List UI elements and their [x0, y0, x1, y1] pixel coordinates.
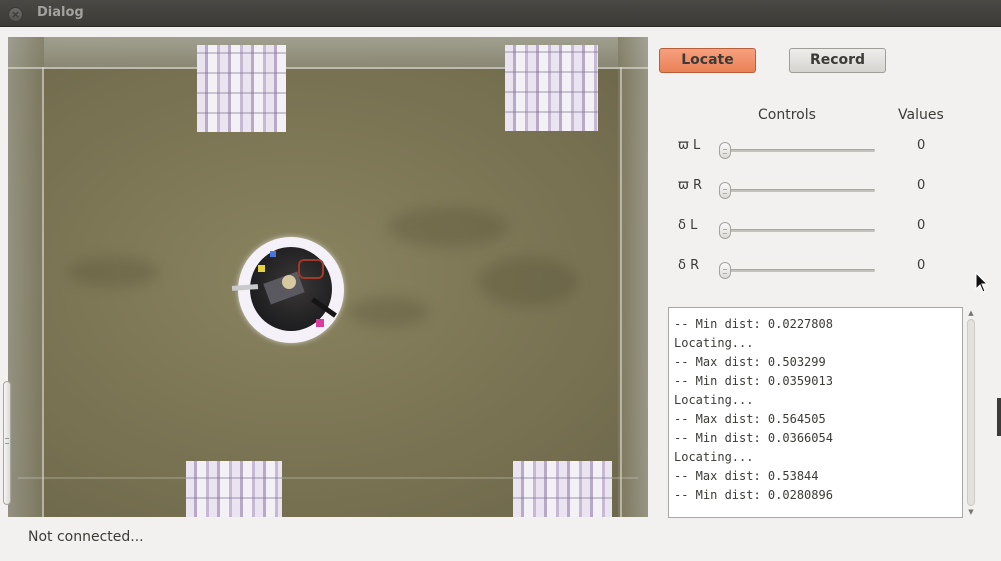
- log-line: -- Max dist: 0.53844: [674, 469, 819, 483]
- ceiling-light: [197, 45, 286, 132]
- floor-stain: [348, 297, 428, 327]
- robot: [231, 237, 344, 343]
- robot-marker: [316, 319, 324, 327]
- dialog-window: × Dialog Locate Record Controls Values ϖ…: [0, 0, 1001, 561]
- log-output[interactable]: -- Min dist: 0.0227808 Locating... -- Ma…: [668, 307, 963, 518]
- log-line: Locating...: [674, 393, 754, 407]
- scroll-trough[interactable]: [967, 319, 975, 506]
- control-value-delta-l: 0: [917, 218, 926, 233]
- log-line: Locating...: [674, 336, 754, 350]
- slider-delta-l[interactable]: [719, 222, 731, 239]
- camera-edge-line: [42, 67, 44, 517]
- control-label-omega-l: ϖ L: [678, 138, 701, 153]
- chevron-up-icon[interactable]: ▲: [967, 309, 975, 317]
- log-line: -- Min dist: 0.0227808: [674, 317, 833, 331]
- slider-delta-r[interactable]: [719, 262, 731, 279]
- slider-omega-r[interactable]: [719, 182, 731, 199]
- status-text: Not connected...: [28, 529, 144, 545]
- close-icon[interactable]: ×: [8, 7, 23, 22]
- control-value-omega-l: 0: [917, 138, 926, 153]
- log-line: -- Min dist: 0.0280896: [674, 488, 833, 502]
- log-line: -- Max dist: 0.503299: [674, 355, 826, 369]
- chevron-down-icon[interactable]: ▼: [967, 508, 975, 516]
- floor-stain: [68, 257, 158, 287]
- camera-wall-right: [618, 37, 648, 517]
- control-label-delta-r: δ R: [678, 258, 700, 273]
- control-label-delta-l: δ L: [678, 218, 698, 233]
- slider-omega-l[interactable]: [719, 142, 731, 159]
- log-scrollbar[interactable]: ▲ ▼: [964, 307, 978, 518]
- values-header: Values: [898, 107, 944, 123]
- ceiling-light: [186, 461, 282, 517]
- log-line: -- Min dist: 0.0366054: [674, 431, 833, 445]
- log-line: -- Min dist: 0.0359013: [674, 374, 833, 388]
- control-label-omega-r: ϖ R: [678, 178, 703, 193]
- slider-track: [724, 149, 875, 152]
- window-title: Dialog: [37, 5, 84, 20]
- scroll-grip: [5, 438, 9, 444]
- floor-stain: [478, 257, 578, 307]
- robot-wiring: [298, 259, 324, 279]
- mouse-pointer-icon: [975, 272, 989, 293]
- camera-edge-line: [620, 67, 622, 517]
- control-value-delta-r: 0: [917, 258, 926, 273]
- slider-track: [724, 269, 875, 272]
- robot-marker: [270, 251, 276, 257]
- edge-mark: [997, 398, 1001, 436]
- slider-track: [724, 229, 875, 232]
- camera-wall-left: [8, 37, 44, 517]
- floor-stain: [388, 207, 508, 247]
- control-value-omega-r: 0: [917, 178, 926, 193]
- log-line: Locating...: [674, 450, 754, 464]
- record-button[interactable]: Record: [789, 48, 886, 73]
- log-line: -- Max dist: 0.564505: [674, 412, 826, 426]
- camera-view: [8, 37, 648, 517]
- locate-button[interactable]: Locate: [659, 48, 756, 73]
- title-bar: × Dialog: [0, 0, 1001, 27]
- ceiling-light: [505, 45, 598, 131]
- slider-track: [724, 189, 875, 192]
- ceiling-light: [513, 461, 612, 517]
- robot-component: [282, 275, 296, 289]
- controls-header: Controls: [758, 107, 816, 123]
- robot-marker: [258, 265, 265, 272]
